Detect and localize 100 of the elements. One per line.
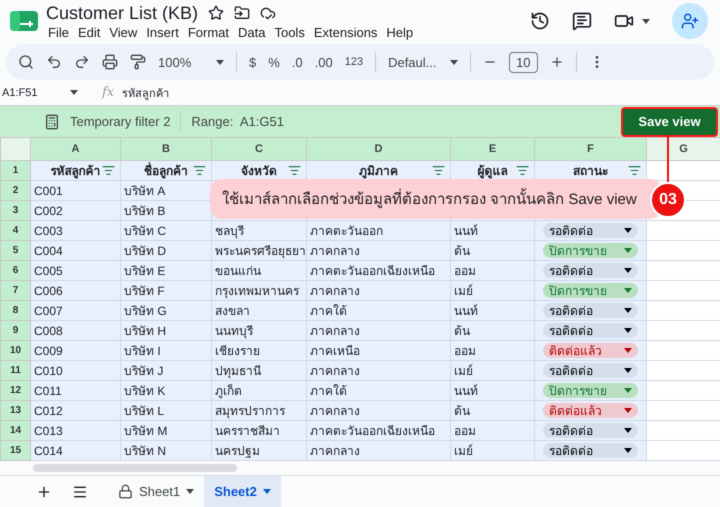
add-sheet-icon[interactable] — [36, 484, 52, 500]
table-cell: ออม — [450, 340, 534, 360]
table-cell: C013 — [30, 420, 120, 440]
status-chip[interactable]: ปิดการขาย — [543, 283, 638, 298]
filter-icon[interactable] — [102, 164, 115, 177]
table-cell: C007 — [30, 300, 120, 320]
filter-icon[interactable] — [516, 164, 529, 177]
menu-item[interactable]: Data — [236, 24, 272, 40]
menu-item[interactable]: Edit — [76, 24, 108, 40]
row-number[interactable]: 11 — [0, 360, 30, 380]
redo-icon[interactable] — [74, 54, 90, 70]
menu-item[interactable]: Tools — [272, 24, 312, 40]
history-icon[interactable] — [530, 11, 550, 32]
formula-field[interactable]: รหัสลูกค้า — [122, 84, 170, 102]
header-cell-text: จังหวัด — [241, 163, 277, 180]
plus-icon[interactable] — [550, 55, 564, 70]
font-select[interactable]: Defaul... — [388, 54, 458, 70]
filter-icon[interactable] — [288, 164, 301, 177]
paint-format-icon[interactable] — [130, 54, 146, 70]
save-view-button[interactable]: Save view — [621, 106, 718, 136]
font-size-field[interactable]: 10 — [509, 52, 538, 73]
dropdown-icon — [624, 368, 632, 373]
table-cell: บริษัท L — [120, 400, 212, 420]
row-number[interactable]: 2 — [0, 180, 30, 200]
function-label: fx — [102, 85, 114, 100]
status-chip[interactable]: ปิดการขาย — [543, 383, 638, 398]
table-cell: ต้น — [450, 400, 534, 420]
menu-item[interactable]: Help — [384, 24, 420, 40]
status-chip[interactable]: รอติดต่อ — [543, 443, 638, 458]
column-header[interactable]: D — [306, 138, 450, 160]
dropdown-icon — [624, 248, 632, 253]
row-number[interactable]: 5 — [0, 240, 30, 260]
menu-item[interactable]: Insert — [144, 24, 186, 40]
percent-button[interactable]: % — [268, 54, 280, 70]
table-cell: บริษัท E — [120, 260, 212, 280]
sheet-tab[interactable]: Sheet1 — [108, 476, 204, 507]
search-icon[interactable] — [18, 54, 34, 70]
number-format-button[interactable]: 123 — [344, 56, 364, 68]
row-number[interactable]: 3 — [0, 200, 30, 220]
status-chip[interactable]: รอติดต่อ — [543, 323, 638, 338]
table-cell: ปทุมธานี — [212, 360, 306, 380]
cloud-icon[interactable] — [260, 5, 276, 22]
row-number[interactable]: 8 — [0, 300, 30, 320]
print-icon[interactable] — [102, 54, 118, 70]
row-number[interactable]: 4 — [0, 220, 30, 240]
increase-decimals-button[interactable]: .00 — [314, 54, 333, 70]
filter-name[interactable]: Temporary filter 2 — [70, 114, 170, 129]
status-chip[interactable]: รอติดต่อ — [543, 423, 638, 438]
row-number[interactable]: 9 — [0, 320, 30, 340]
folder-icon[interactable] — [234, 5, 250, 22]
row-number[interactable]: 1 — [0, 160, 30, 180]
filter-icon[interactable] — [193, 164, 206, 177]
caret-icon — [186, 489, 194, 494]
table-cell: บริษัท I — [120, 340, 212, 360]
header-cell-text: สถานะ — [573, 163, 608, 180]
document-title[interactable]: Customer List (KB) — [46, 2, 198, 24]
menu-item[interactable]: View — [107, 24, 144, 40]
status-chip[interactable]: ปิดการขาย — [543, 243, 638, 258]
sheet-tab[interactable]: Sheet2 — [204, 476, 281, 507]
table-cell: บริษัท M — [120, 420, 212, 440]
row-number[interactable]: 13 — [0, 400, 30, 420]
filter-icon[interactable] — [628, 164, 641, 177]
name-box[interactable]: A1:F51 — [2, 86, 62, 99]
status-chip[interactable]: รอติดต่อ — [543, 223, 638, 238]
menu-item[interactable]: Format — [186, 24, 236, 40]
table-cell: C009 — [30, 340, 120, 360]
row-number[interactable]: 6 — [0, 260, 30, 280]
share-button[interactable] — [672, 3, 708, 40]
table-cell: บริษัท G — [120, 300, 212, 320]
filter-view-icon — [44, 114, 60, 130]
column-header[interactable]: G — [646, 138, 720, 160]
row-number[interactable]: 10 — [0, 340, 30, 360]
star-icon[interactable] — [208, 5, 224, 22]
menu-item[interactable]: Extensions — [312, 24, 384, 40]
column-header[interactable]: E — [450, 138, 534, 160]
status-chip[interactable]: ติดต่อแล้ว — [543, 343, 638, 358]
column-header[interactable]: F — [534, 138, 646, 160]
row-number[interactable]: 14 — [0, 420, 30, 440]
filter-icon[interactable] — [432, 164, 445, 177]
column-header[interactable]: C — [212, 138, 306, 160]
currency-button[interactable]: $ — [249, 54, 256, 70]
menu-icon[interactable] — [72, 484, 88, 500]
status-chip[interactable]: รอติดต่อ — [543, 263, 638, 278]
status-chip[interactable]: ติดต่อแล้ว — [543, 403, 638, 418]
undo-icon[interactable] — [46, 54, 62, 70]
decrease-decimals-button[interactable]: .0 — [292, 54, 303, 70]
column-header[interactable]: A — [30, 138, 120, 160]
table-cell: ภูเก็ต — [212, 380, 306, 400]
table-cell: บริษัท N — [120, 440, 212, 460]
column-header[interactable]: B — [120, 138, 212, 160]
zoom-select[interactable]: 100% — [158, 54, 224, 70]
comment-icon[interactable] — [572, 11, 592, 32]
status-chip[interactable]: รอติดต่อ — [543, 363, 638, 378]
row-number[interactable]: 12 — [0, 380, 30, 400]
row-number[interactable]: 7 — [0, 280, 30, 300]
status-chip[interactable]: รอติดต่อ — [543, 303, 638, 318]
row-number[interactable]: 15 — [0, 440, 30, 460]
menu-item[interactable]: File — [46, 24, 76, 40]
scrollbar[interactable] — [33, 464, 237, 472]
header-cell-text: ผู้ดูแล — [478, 163, 508, 180]
